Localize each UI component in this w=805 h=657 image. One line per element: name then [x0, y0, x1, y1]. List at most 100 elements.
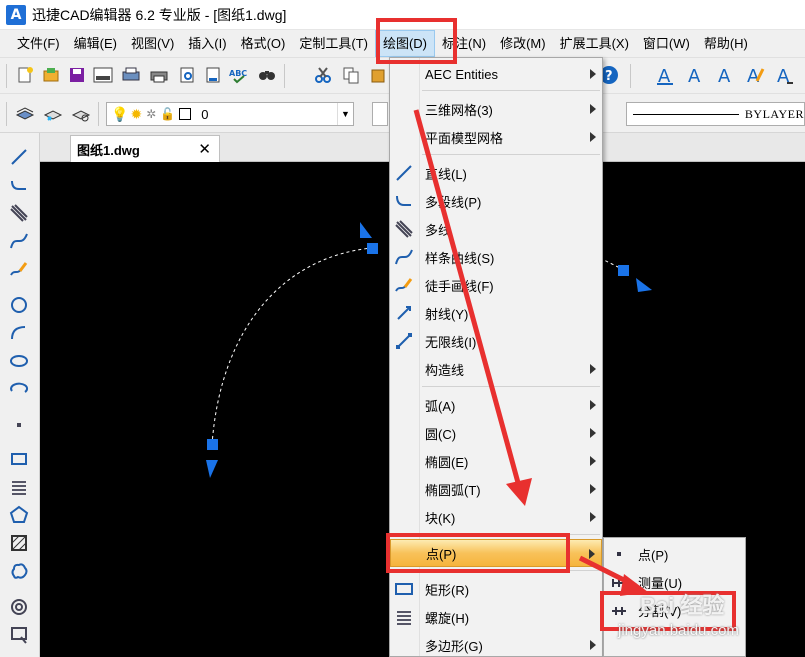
- menu-item-ellipse[interactable]: 椭圆(E): [390, 447, 602, 475]
- selected-arc[interactable]: [211, 247, 373, 446]
- layer-manager-icon[interactable]: [14, 103, 36, 125]
- menu-extend-tools[interactable]: 扩展工具(X): [553, 30, 636, 57]
- menu-help[interactable]: 帮助(H): [697, 30, 755, 57]
- color-dropdown[interactable]: [372, 102, 388, 126]
- menu-custom-tools[interactable]: 定制工具(T): [292, 30, 375, 57]
- ellipse-arc-tool-icon[interactable]: [7, 377, 31, 401]
- grip-arrow[interactable]: [636, 278, 652, 292]
- text-align-icon[interactable]: A: [774, 64, 796, 86]
- submenu-arrow-icon: [590, 640, 596, 650]
- layer-name: 0: [201, 106, 209, 122]
- menu-separator: [422, 154, 600, 155]
- menu-item-circle[interactable]: 圆(C): [390, 419, 602, 447]
- arc-tool-icon[interactable]: [7, 321, 31, 345]
- layer-dropdown[interactable]: 💡 ✹ ✲ 🔓 0 ▼: [106, 102, 354, 126]
- open-file-icon[interactable]: [40, 64, 62, 86]
- submenu-arrow-icon: [590, 104, 596, 114]
- edit-text-icon[interactable]: A: [744, 64, 766, 86]
- menu-item-block[interactable]: 块(K): [390, 503, 602, 531]
- freehand-tool-icon[interactable]: [7, 257, 31, 281]
- menu-item-spline[interactable]: 样条曲线(S): [390, 243, 602, 271]
- menu-item-ellipse-arc[interactable]: 椭圆弧(T): [390, 475, 602, 503]
- menu-view[interactable]: 视图(V): [124, 30, 181, 57]
- circle-tool-icon[interactable]: [7, 293, 31, 317]
- menu-item-polygon[interactable]: 多边形(G): [390, 631, 602, 657]
- publish-icon[interactable]: [202, 64, 224, 86]
- app-logo-icon: A: [6, 4, 26, 25]
- chevron-down-icon[interactable]: ▼: [337, 103, 353, 125]
- wipeout-tool-icon[interactable]: [7, 623, 31, 647]
- layer-on-bulb-icon[interactable]: 💡: [111, 106, 128, 123]
- point-icon: [617, 552, 621, 556]
- grip-handle[interactable]: [207, 439, 218, 450]
- layer-color-swatch[interactable]: [179, 108, 192, 120]
- submenu-item-point[interactable]: 点(P): [604, 540, 745, 568]
- linetype-dropdown[interactable]: BYLAYER: [626, 102, 805, 126]
- menu-item-polyline[interactable]: 多段线(P): [390, 187, 602, 215]
- point-tool-icon[interactable]: [7, 413, 31, 437]
- menu-item-infinite-line[interactable]: 无限线(I): [390, 327, 602, 355]
- line-tool-icon[interactable]: [7, 145, 31, 169]
- menu-item-helix[interactable]: 螺旋(H): [390, 603, 602, 631]
- menu-item-rectangle[interactable]: 矩形(R): [390, 575, 602, 603]
- window-title: 迅捷CAD编辑器 6.2 专业版 - [图纸1.dwg]: [32, 6, 287, 23]
- menu-item-arc[interactable]: 弧(A): [390, 391, 602, 419]
- layer-previous-icon[interactable]: [70, 103, 92, 125]
- close-icon[interactable]: ✕: [198, 140, 211, 158]
- menu-modify[interactable]: 修改(M): [493, 30, 553, 57]
- print-icon[interactable]: [148, 64, 170, 86]
- layer-thaw-sun-icon[interactable]: ✹: [130, 106, 142, 123]
- new-file-icon[interactable]: [14, 64, 36, 86]
- menu-item-construction-line[interactable]: 构造线: [390, 355, 602, 383]
- ray-icon: [397, 306, 411, 320]
- menu-item-multiline[interactable]: 多线: [390, 215, 602, 243]
- layer-freeze-viewport-icon[interactable]: ✲: [146, 107, 156, 121]
- menu-window[interactable]: 窗口(W): [636, 30, 697, 57]
- grip-arrow[interactable]: [206, 460, 218, 478]
- layer-unlock-icon[interactable]: 🔓: [160, 107, 175, 121]
- copy-icon[interactable]: [340, 64, 362, 86]
- submenu-arrow-icon: [590, 400, 596, 410]
- grip-handle[interactable]: [618, 265, 629, 276]
- paste-icon[interactable]: [368, 64, 390, 86]
- save-icon[interactable]: [66, 64, 88, 86]
- multiline-tool-icon[interactable]: [7, 201, 31, 225]
- revision-cloud-icon[interactable]: [7, 559, 31, 583]
- menu-item-freehand[interactable]: 徒手画线(F): [390, 271, 602, 299]
- grip-arrow[interactable]: [360, 222, 372, 238]
- polygon-tool-icon[interactable]: [7, 503, 31, 527]
- polyline-tool-icon[interactable]: [7, 173, 31, 197]
- text-style-icon[interactable]: A: [654, 64, 676, 86]
- single-line-text-icon[interactable]: A: [714, 64, 736, 86]
- grip-handle[interactable]: [367, 243, 378, 254]
- layer-state-icon[interactable]: [42, 103, 64, 125]
- cut-icon[interactable]: [312, 64, 334, 86]
- print-setup-icon[interactable]: [120, 64, 142, 86]
- svg-text:A: A: [658, 66, 671, 85]
- menu-item-ray[interactable]: 射线(Y): [390, 299, 602, 327]
- helix-tool-icon[interactable]: [7, 475, 31, 499]
- menu-file[interactable]: 文件(F): [10, 30, 67, 57]
- menu-item-label: 样条曲线(S): [425, 250, 495, 266]
- menu-item-plane-mesh[interactable]: 平面模型网格: [390, 123, 602, 151]
- hatch-tool-icon[interactable]: [7, 531, 31, 555]
- print-preview-icon[interactable]: [176, 64, 198, 86]
- submenu-arrow-icon: [589, 549, 595, 559]
- menu-item-line[interactable]: 直线(L): [390, 159, 602, 187]
- spell-check-icon[interactable]: ABC: [228, 64, 250, 86]
- find-icon[interactable]: [256, 64, 278, 86]
- spline-tool-icon[interactable]: [7, 229, 31, 253]
- menu-item-3d-mesh[interactable]: 三维网格(3): [390, 95, 602, 123]
- menu-edit[interactable]: 编辑(E): [67, 30, 124, 57]
- donut-tool-icon[interactable]: [7, 595, 31, 619]
- menu-format[interactable]: 格式(O): [234, 30, 293, 57]
- batch-convert-icon[interactable]: [92, 64, 114, 86]
- toolbar-grip: [6, 64, 7, 88]
- menu-item-label: 多线: [425, 222, 452, 238]
- multiline-text-icon[interactable]: A: [684, 64, 706, 86]
- menu-item-aec-entities[interactable]: AEC Entities: [390, 60, 602, 88]
- menu-insert[interactable]: 插入(I): [181, 30, 233, 57]
- ellipse-tool-icon[interactable]: [7, 349, 31, 373]
- rectangle-tool-icon[interactable]: [7, 447, 31, 471]
- tab-drawing1[interactable]: 图纸1.dwg ✕: [70, 135, 220, 162]
